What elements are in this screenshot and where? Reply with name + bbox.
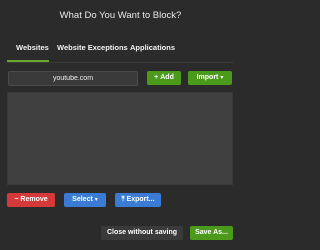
tab-applications[interactable]: Applications: [130, 43, 175, 52]
minus-icon: −: [14, 196, 19, 203]
blocked-websites-list[interactable]: [7, 92, 233, 185]
add-button[interactable]: + Add: [147, 71, 181, 85]
save-as-button[interactable]: Save As...: [190, 226, 233, 240]
tab-websites[interactable]: Websites: [16, 43, 49, 52]
import-button-label: Import: [196, 74, 219, 81]
close-without-saving-button[interactable]: Close without saving: [101, 226, 183, 240]
chevron-down-icon: ▾: [94, 197, 98, 203]
tab-divider: [7, 62, 234, 63]
close-button-label: Close without saving: [106, 229, 177, 236]
select-button-label: Select: [72, 196, 93, 203]
import-button[interactable]: Import ▾: [188, 71, 232, 85]
plus-icon: +: [154, 74, 159, 81]
dialog-title: What Do You Want to Block?: [59, 10, 182, 21]
tab-website-exceptions[interactable]: Website Exceptions: [57, 43, 128, 52]
add-button-label: Add: [160, 74, 174, 81]
export-button-label: Export...: [126, 196, 155, 203]
export-button[interactable]: ⤒ Export...: [115, 193, 161, 207]
chevron-down-icon: ▾: [220, 75, 224, 81]
upload-icon: ⤒: [121, 196, 125, 203]
remove-button-label: Remove: [20, 196, 48, 203]
remove-button[interactable]: − Remove: [7, 193, 55, 207]
save-button-label: Save As...: [195, 229, 228, 236]
website-input[interactable]: [8, 71, 138, 86]
select-button[interactable]: Select ▾: [64, 193, 106, 207]
